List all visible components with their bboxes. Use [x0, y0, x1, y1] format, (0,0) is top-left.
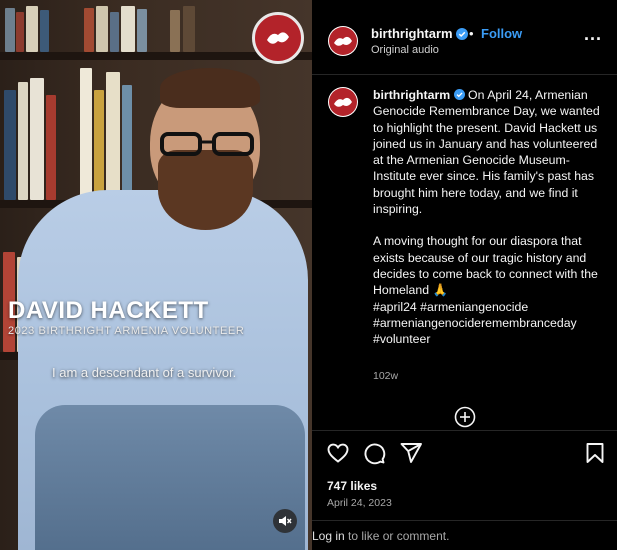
- footer-divider: [312, 520, 617, 521]
- header-username[interactable]: birthrightarm: [371, 26, 468, 41]
- username-text[interactable]: birthrightarm: [371, 26, 453, 41]
- separator-dot: •: [469, 26, 474, 41]
- caption-timestamp: 102w: [373, 370, 399, 382]
- original-audio-link[interactable]: Original audio: [371, 44, 439, 56]
- glasses-shape: [160, 132, 254, 156]
- more-options-icon[interactable]: ...: [584, 24, 602, 45]
- verified-badge-icon: [453, 89, 465, 100]
- caption-paragraph-2: A moving thought for our diaspora that e…: [373, 234, 598, 298]
- video-role-overlay: 2023 BIRTHRIGHT ARMENIA VOLUNTEER: [8, 325, 245, 337]
- account-avatar[interactable]: [328, 26, 358, 56]
- birthright-logo-icon: [329, 88, 357, 116]
- share-icon[interactable]: [399, 441, 423, 465]
- save-bookmark-icon[interactable]: [583, 441, 607, 465]
- birthright-armenia-logo: [252, 12, 304, 64]
- birthright-logo-icon: [329, 27, 357, 55]
- post-date: April 24, 2023: [327, 497, 392, 509]
- verified-badge-icon: [455, 28, 468, 40]
- person-hair: [160, 68, 260, 108]
- follow-button[interactable]: Follow: [481, 26, 522, 41]
- header-divider: [312, 74, 617, 75]
- video-name-overlay: DAVID HACKETT: [8, 297, 209, 324]
- login-link[interactable]: Log in: [312, 529, 345, 543]
- actions-divider: [312, 430, 617, 431]
- comment-icon[interactable]: [362, 441, 386, 465]
- login-suffix: to like or comment.: [344, 529, 450, 543]
- person-beard: [158, 150, 253, 230]
- muted-speaker-icon: [279, 516, 292, 526]
- video-subtitle: I am a descendant of a survivor.: [52, 365, 237, 380]
- caption-hashtags[interactable]: #april24 #armeniangenocide #armeniangeno…: [373, 299, 603, 348]
- login-prompt: Log in to like or comment.: [312, 529, 449, 543]
- likes-count[interactable]: 747 likes: [327, 479, 377, 493]
- like-heart-icon[interactable]: [326, 441, 350, 465]
- add-comment-plus-icon[interactable]: [454, 406, 476, 428]
- caption-avatar[interactable]: [328, 87, 358, 117]
- post-caption: birthrightarm On April 24, Armenian Geno…: [373, 87, 603, 347]
- mute-toggle-button[interactable]: [273, 509, 297, 533]
- caption-username[interactable]: birthrightarm: [373, 88, 450, 102]
- caption-paragraph-1: birthrightarm On April 24, Armenian Geno…: [373, 87, 603, 217]
- person-jeans: [35, 405, 305, 550]
- post-sidebar: birthrightarm • Follow Original audio ..…: [312, 0, 617, 550]
- reel-video[interactable]: DAVID HACKETT 2023 BIRTHRIGHT ARMENIA VO…: [0, 0, 312, 550]
- caption-text-1: On April 24, Armenian Genocide Remembran…: [373, 88, 600, 217]
